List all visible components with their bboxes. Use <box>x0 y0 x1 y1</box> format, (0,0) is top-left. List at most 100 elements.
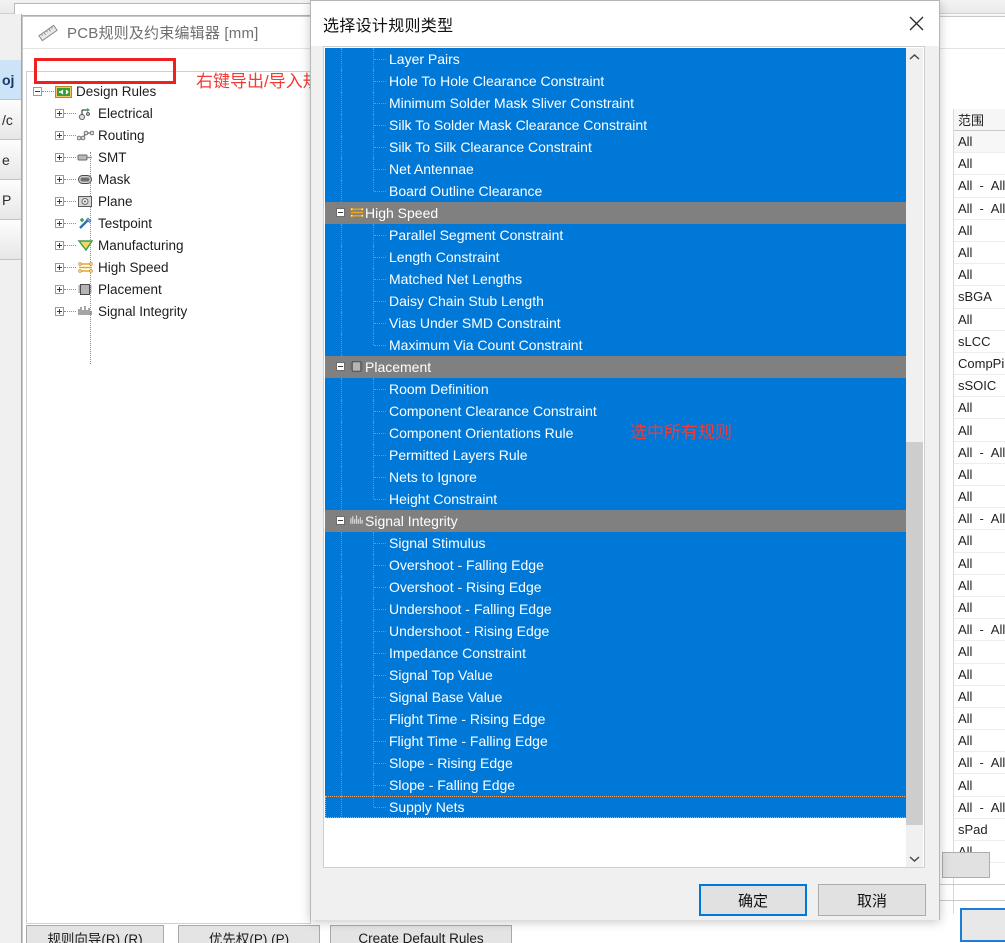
rule-item-row[interactable]: Impedance Constraint <box>325 642 907 664</box>
cancel-button[interactable]: 取消 <box>818 884 926 916</box>
priority-button[interactable]: 优先权(P) (P) <box>178 925 320 943</box>
grid-row[interactable]: sLCC <box>954 331 1005 353</box>
close-icon[interactable] <box>893 1 939 46</box>
rule-item-row[interactable]: Overshoot - Rising Edge <box>325 576 907 598</box>
sidebar-item-high-speed[interactable]: High Speed <box>27 256 310 278</box>
rule-item-row[interactable]: Component Clearance Constraint <box>325 400 907 422</box>
grid-row[interactable]: sSOIC <box>954 375 1005 398</box>
rule-item-row[interactable]: Component Orientations Rule <box>325 422 907 444</box>
rule-item-row[interactable]: Overshoot - Falling Edge <box>325 554 907 576</box>
grid-row[interactable]: All <box>954 153 1005 176</box>
scrollbar-thumb[interactable] <box>906 442 923 825</box>
grid-row[interactable]: All <box>954 419 1005 442</box>
grid-row[interactable]: All <box>954 597 1005 620</box>
sidebar-item-signal-integrity[interactable]: Signal Integrity <box>27 300 310 322</box>
collapse-expander-icon[interactable] <box>33 86 42 96</box>
rule-item-row[interactable]: Undershoot - Rising Edge <box>325 620 907 642</box>
rule-item-row[interactable]: Minimum Solder Mask Sliver Constraint <box>325 92 907 114</box>
sidebar-item-electrical[interactable]: Electrical <box>27 102 310 124</box>
expand-expander-icon[interactable] <box>55 196 64 206</box>
grid-row[interactable]: All - All <box>954 442 1005 464</box>
chevron-up-icon[interactable] <box>906 48 923 65</box>
rule-item-row[interactable]: Flight Time - Rising Edge <box>325 708 907 730</box>
rule-item-row[interactable]: Height Constraint <box>325 488 907 510</box>
grid-row[interactable]: All <box>954 708 1005 731</box>
sidebar-item-placement[interactable]: Placement <box>27 278 310 300</box>
grid-spinner-box[interactable] <box>942 852 990 878</box>
rule-item-row[interactable]: Signal Stimulus <box>325 532 907 554</box>
expand-expander-icon[interactable] <box>55 152 64 162</box>
grid-row[interactable]: sBGA <box>954 286 1005 309</box>
rule-item-row[interactable]: Supply Nets <box>325 796 907 818</box>
expand-expander-icon[interactable] <box>55 174 64 184</box>
rule-item-row[interactable]: Flight Time - Falling Edge <box>325 730 907 752</box>
grid-row[interactable]: All <box>954 242 1005 265</box>
grid-row[interactable]: All <box>954 309 1005 331</box>
sidebar-item-smt[interactable]: SMT <box>27 146 310 168</box>
chevron-down-icon[interactable] <box>906 850 923 867</box>
rule-item-row[interactable]: Slope - Rising Edge <box>325 752 907 774</box>
rule-item-row[interactable]: Vias Under SMD Constraint <box>325 312 907 334</box>
grid-row[interactable]: All - All <box>954 797 1005 819</box>
grid-row[interactable]: All <box>954 220 1005 242</box>
rule-item-row[interactable]: Nets to Ignore <box>325 466 907 488</box>
rule-item-row[interactable]: Silk To Solder Mask Clearance Constraint <box>325 114 907 136</box>
ok-button[interactable]: 确定 <box>699 884 807 916</box>
grid-row[interactable]: All <box>954 641 1005 664</box>
expand-expander-icon[interactable] <box>55 218 64 228</box>
grid-row[interactable]: All <box>954 730 1005 753</box>
expand-expander-icon[interactable] <box>55 130 64 140</box>
rule-item-row[interactable]: Parallel Segment Constraint <box>325 224 907 246</box>
rule-item-row[interactable]: Matched Net Lengths <box>325 268 907 290</box>
rule-group-row[interactable]: Placement <box>325 356 907 378</box>
grid-row[interactable]: All - All <box>954 175 1005 198</box>
sidebar-item-plane[interactable]: Plane <box>27 190 310 212</box>
sliver-item[interactable]: e <box>0 140 21 180</box>
rule-item-row[interactable]: Hole To Hole Clearance Constraint <box>325 70 907 92</box>
rule-item-row[interactable]: Maximum Via Count Constraint <box>325 334 907 356</box>
rule-item-row[interactable]: Signal Top Value <box>325 664 907 686</box>
rule-item-row[interactable]: Undershoot - Falling Edge <box>325 598 907 620</box>
rule-item-row[interactable]: Board Outline Clearance <box>325 180 907 202</box>
sliver-item[interactable]: P <box>0 180 21 220</box>
expand-expander-icon[interactable] <box>55 262 64 272</box>
rule-wizard-button[interactable]: 规则向导(R) (R) <box>26 925 164 943</box>
grid-row[interactable]: All - All <box>954 752 1005 775</box>
grid-row[interactable]: All <box>954 530 1005 553</box>
collapse-expander-icon[interactable] <box>336 208 345 217</box>
rule-item-row[interactable]: Silk To Silk Clearance Constraint <box>325 136 907 158</box>
rule-item-row[interactable]: Daisy Chain Stub Length <box>325 290 907 312</box>
collapse-expander-icon[interactable] <box>336 362 345 371</box>
listbox-scrollbar[interactable] <box>906 48 923 867</box>
rule-group-row[interactable]: Signal Integrity <box>325 510 907 532</box>
rule-item-row[interactable]: Permitted Layers Rule <box>325 444 907 466</box>
grid-row[interactable]: sPad <box>954 819 1005 841</box>
grid-row[interactable]: All <box>954 131 1005 154</box>
grid-row[interactable]: All - All <box>954 508 1005 531</box>
expand-expander-icon[interactable] <box>55 108 64 118</box>
rule-type-list[interactable]: Layer Pairs Hole To Hole Clearance Constr… <box>325 48 907 867</box>
grid-row[interactable]: All <box>954 774 1005 797</box>
sliver-item[interactable]: oj <box>0 60 21 100</box>
rule-item-row[interactable]: Net Antennae <box>325 158 907 180</box>
sidebar-item-routing[interactable]: Routing <box>27 124 310 146</box>
expand-expander-icon[interactable] <box>55 240 64 250</box>
grid-row[interactable]: All <box>954 664 1005 686</box>
rule-item-row[interactable]: Slope - Falling Edge <box>325 774 907 796</box>
expand-expander-icon[interactable] <box>55 284 64 294</box>
background-ok-button[interactable]: 确定 <box>960 908 1005 942</box>
expand-expander-icon[interactable] <box>55 306 64 316</box>
grid-row[interactable]: All <box>954 397 1005 420</box>
rule-type-listbox[interactable]: Layer Pairs Hole To Hole Clearance Constr… <box>323 46 925 868</box>
rule-group-row[interactable]: High Speed <box>325 202 907 224</box>
grid-row[interactable]: All <box>954 575 1005 597</box>
grid-row[interactable]: All <box>954 686 1005 708</box>
grid-row[interactable]: All <box>954 264 1005 287</box>
rule-item-row[interactable]: Signal Base Value <box>325 686 907 708</box>
grid-row[interactable]: All <box>954 486 1005 509</box>
sidebar-item-mask[interactable]: Mask <box>27 168 310 190</box>
collapse-expander-icon[interactable] <box>336 516 345 525</box>
rule-item-row[interactable]: Room Definition <box>325 378 907 400</box>
grid-row[interactable]: All <box>954 464 1005 486</box>
sliver-item[interactable] <box>0 220 21 260</box>
